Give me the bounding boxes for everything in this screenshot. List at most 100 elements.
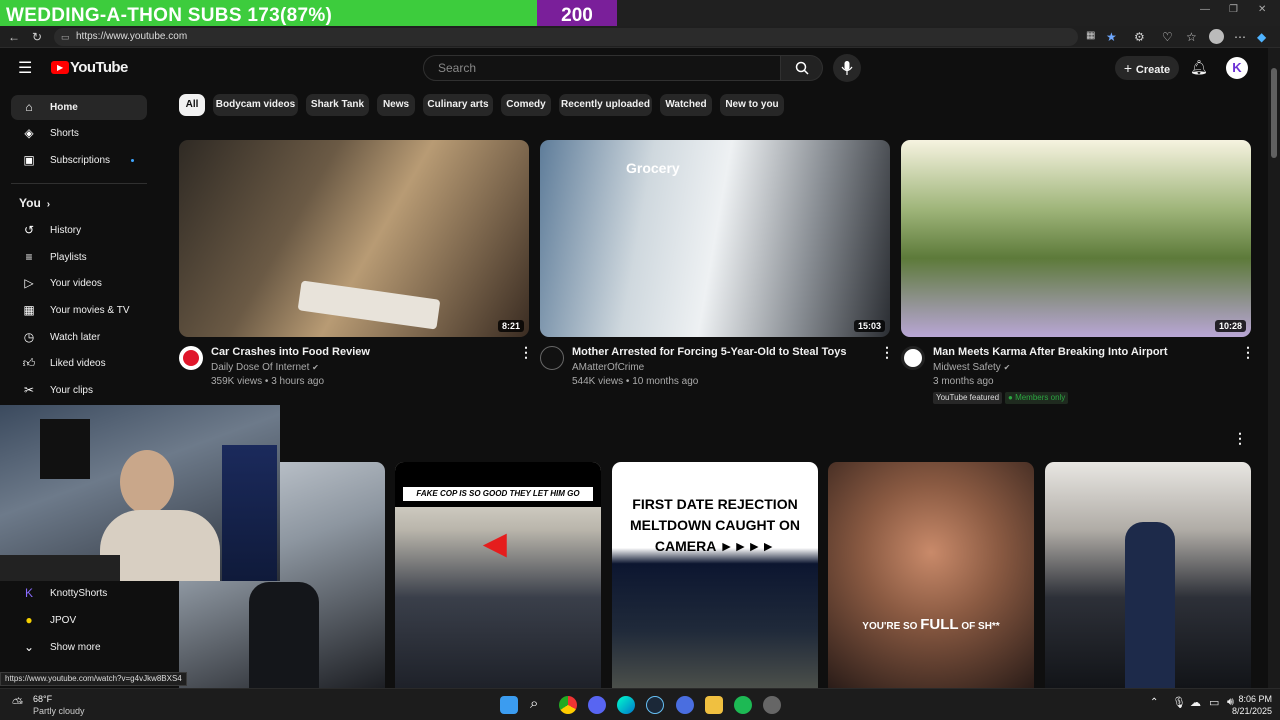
scrollbar-thumb[interactable] xyxy=(1271,68,1277,158)
video-title[interactable]: Car Crashes into Food Review xyxy=(211,346,370,358)
chip-all[interactable]: All xyxy=(179,94,205,116)
create-button[interactable]: + Create xyxy=(1115,56,1179,80)
notifications-bell-icon[interactable]: 🔔︎ xyxy=(1190,59,1208,76)
chip-recently-uploaded[interactable]: Recently uploaded xyxy=(559,94,652,116)
clock-date[interactable]: 8/21/2025 xyxy=(1226,706,1272,716)
extensions-icon[interactable]: ⚙ xyxy=(1134,30,1145,44)
video-thumbnail[interactable]: Grocery 15:03 xyxy=(540,140,890,337)
url-field[interactable]: ▭ https://www.youtube.com xyxy=(54,28,1078,46)
refresh-icon[interactable]: ↻ xyxy=(32,30,42,44)
shelf-more-icon[interactable]: ⋮ xyxy=(1233,430,1247,447)
url-text: https://www.youtube.com xyxy=(76,31,188,42)
voice-search-button[interactable] xyxy=(833,54,861,82)
minimize-icon[interactable]: — xyxy=(1200,4,1210,15)
chip-bodycam[interactable]: Bodycam videos xyxy=(213,94,298,116)
channel-avatar[interactable] xyxy=(540,346,564,370)
youtube-logo-text[interactable]: YouTube xyxy=(70,59,128,76)
more-actions-icon[interactable]: ⋮ xyxy=(880,344,894,361)
obs-icon[interactable] xyxy=(763,696,781,714)
video-thumbnail[interactable]: 8:21 xyxy=(179,140,529,337)
sidebar-item-your-clips[interactable]: ✂ Your clips xyxy=(11,378,147,403)
discord-icon[interactable] xyxy=(588,696,606,714)
short-thumbnail[interactable]: FAKE COP IS SO GOOD THEY LET HIM GO ◄ xyxy=(395,462,601,688)
maximize-icon[interactable]: ❐ xyxy=(1229,4,1238,15)
sidebar-item-liked-videos[interactable]: 👍︎ Liked videos xyxy=(11,351,147,376)
weather-condition[interactable]: Partly cloudy xyxy=(33,706,85,716)
short-thumbnail[interactable]: FIRST DATE REJECTION MELTDOWN CAUGHT ON … xyxy=(612,462,818,688)
red-arrow-icon: ◄ xyxy=(475,522,515,566)
short-caption: FAKE COP IS SO GOOD THEY LET HIM GO xyxy=(403,487,593,501)
chrome-icon[interactable] xyxy=(559,696,577,714)
channel-name[interactable]: AMatterOfCrime xyxy=(572,362,644,373)
sidebar-show-more[interactable]: ⌄ Show more xyxy=(11,635,147,660)
sidebar-item-subscriptions[interactable]: ▣ Subscriptions xyxy=(11,148,147,173)
chip-culinary[interactable]: Culinary arts xyxy=(423,94,493,116)
search-placeholder: Search xyxy=(438,61,477,75)
spotify-icon[interactable] xyxy=(734,696,752,714)
sidebar-label: Shorts xyxy=(50,128,79,139)
sidebar-item-home[interactable]: ⌂ Home xyxy=(11,95,147,120)
video-meta: 359K views • 3 hours ago xyxy=(211,376,325,387)
browser-essentials-icon[interactable]: ♡ xyxy=(1162,30,1173,44)
video-duration: 15:03 xyxy=(853,320,885,332)
weather-temp[interactable]: 68°F xyxy=(33,694,52,704)
youtube-logo-icon[interactable]: ▶ xyxy=(51,61,69,74)
search-button[interactable] xyxy=(781,55,823,81)
back-icon[interactable]: ← xyxy=(8,30,20,44)
account-avatar[interactable]: K xyxy=(1226,57,1248,79)
chip-new-to-you[interactable]: New to you xyxy=(720,94,784,116)
page-scrollbar[interactable] xyxy=(1268,48,1280,688)
weather-icon[interactable]: ⛅︎ xyxy=(12,695,23,712)
short-caption: FIRST DATE REJECTION MELTDOWN CAUGHT ON … xyxy=(629,496,801,554)
more-actions-icon[interactable]: ⋮ xyxy=(519,344,533,361)
menu-icon[interactable]: ☰ xyxy=(18,58,32,78)
reader-mode-icon[interactable]: ▦ xyxy=(1086,30,1095,41)
favorite-star-icon[interactable]: ★ xyxy=(1106,30,1117,44)
clock-time[interactable]: 8:06 PM xyxy=(1230,694,1272,704)
chip-shark-tank[interactable]: Shark Tank xyxy=(306,94,369,116)
sidebar-item-your-videos[interactable]: ▷ Your videos xyxy=(11,271,147,296)
caption-part: OF SH** xyxy=(958,621,1000,632)
more-menu-icon[interactable]: ⋯ xyxy=(1234,30,1246,44)
short-thumbnail[interactable] xyxy=(1045,462,1251,688)
sidebar-item-playlists[interactable]: ≡ Playlists xyxy=(11,245,147,270)
sidebar-item-shorts[interactable]: ◈ Shorts xyxy=(11,121,147,146)
more-actions-icon[interactable]: ⋮ xyxy=(1241,344,1255,361)
chip-news[interactable]: News xyxy=(377,94,415,116)
copilot-icon[interactable]: ◆ xyxy=(1257,30,1266,44)
channel-name-text: Daily Dose Of Internet xyxy=(211,362,310,373)
profile-icon[interactable] xyxy=(1209,29,1224,44)
channel-name[interactable]: Daily Dose Of Internet ✔ xyxy=(211,362,319,373)
microphone-tray-icon[interactable]: 🎙︎ xyxy=(1172,696,1186,709)
edge-icon[interactable] xyxy=(617,696,635,714)
sidebar-sub-jpov[interactable]: ● JPOV xyxy=(11,608,147,633)
sidebar-item-watch-later[interactable]: ◷ Watch later xyxy=(11,325,147,350)
close-icon[interactable]: ✕ xyxy=(1258,4,1266,15)
channel-avatar[interactable] xyxy=(901,346,925,370)
steam-icon[interactable] xyxy=(646,696,664,714)
sidebar-you-header[interactable]: You › xyxy=(11,191,147,216)
chip-comedy[interactable]: Comedy xyxy=(501,94,551,116)
site-info-icon[interactable]: ▭ xyxy=(61,28,70,46)
tray-chevron-up-icon[interactable]: ⌃ xyxy=(1150,697,1158,708)
taskbar-search-icon[interactable]: ⌕ xyxy=(530,695,538,712)
sidebar-item-history[interactable]: ↺ History xyxy=(11,218,147,243)
windows-start-icon[interactable] xyxy=(500,696,518,714)
search-input[interactable]: Search xyxy=(423,55,781,81)
sidebar-sub-knottyshorts[interactable]: K KnottyShorts xyxy=(11,581,147,606)
clock-icon: ◷ xyxy=(23,330,35,344)
video-thumbnail[interactable]: 10:28 xyxy=(901,140,1251,337)
channel-name[interactable]: Midwest Safety ✔ xyxy=(933,362,1010,373)
video-title[interactable]: Mother Arrested for Forcing 5-Year-Old t… xyxy=(572,346,846,358)
channel-avatar[interactable] xyxy=(179,346,203,370)
chip-watched[interactable]: Watched xyxy=(660,94,712,116)
collections-icon[interactable]: ☆ xyxy=(1186,30,1197,44)
network-icon[interactable]: ▭ xyxy=(1209,696,1219,709)
file-explorer-icon[interactable] xyxy=(705,696,723,714)
sidebar-label: History xyxy=(50,225,82,236)
video-title[interactable]: Man Meets Karma After Breaking Into Airp… xyxy=(933,346,1168,358)
app-icon[interactable] xyxy=(676,696,694,714)
cloud-icon[interactable]: ☁ xyxy=(1190,696,1201,709)
sidebar-item-movies[interactable]: ▦ Your movies & TV xyxy=(11,298,147,323)
short-thumbnail[interactable]: YOU'RE SO FULL OF SH** xyxy=(828,462,1034,688)
